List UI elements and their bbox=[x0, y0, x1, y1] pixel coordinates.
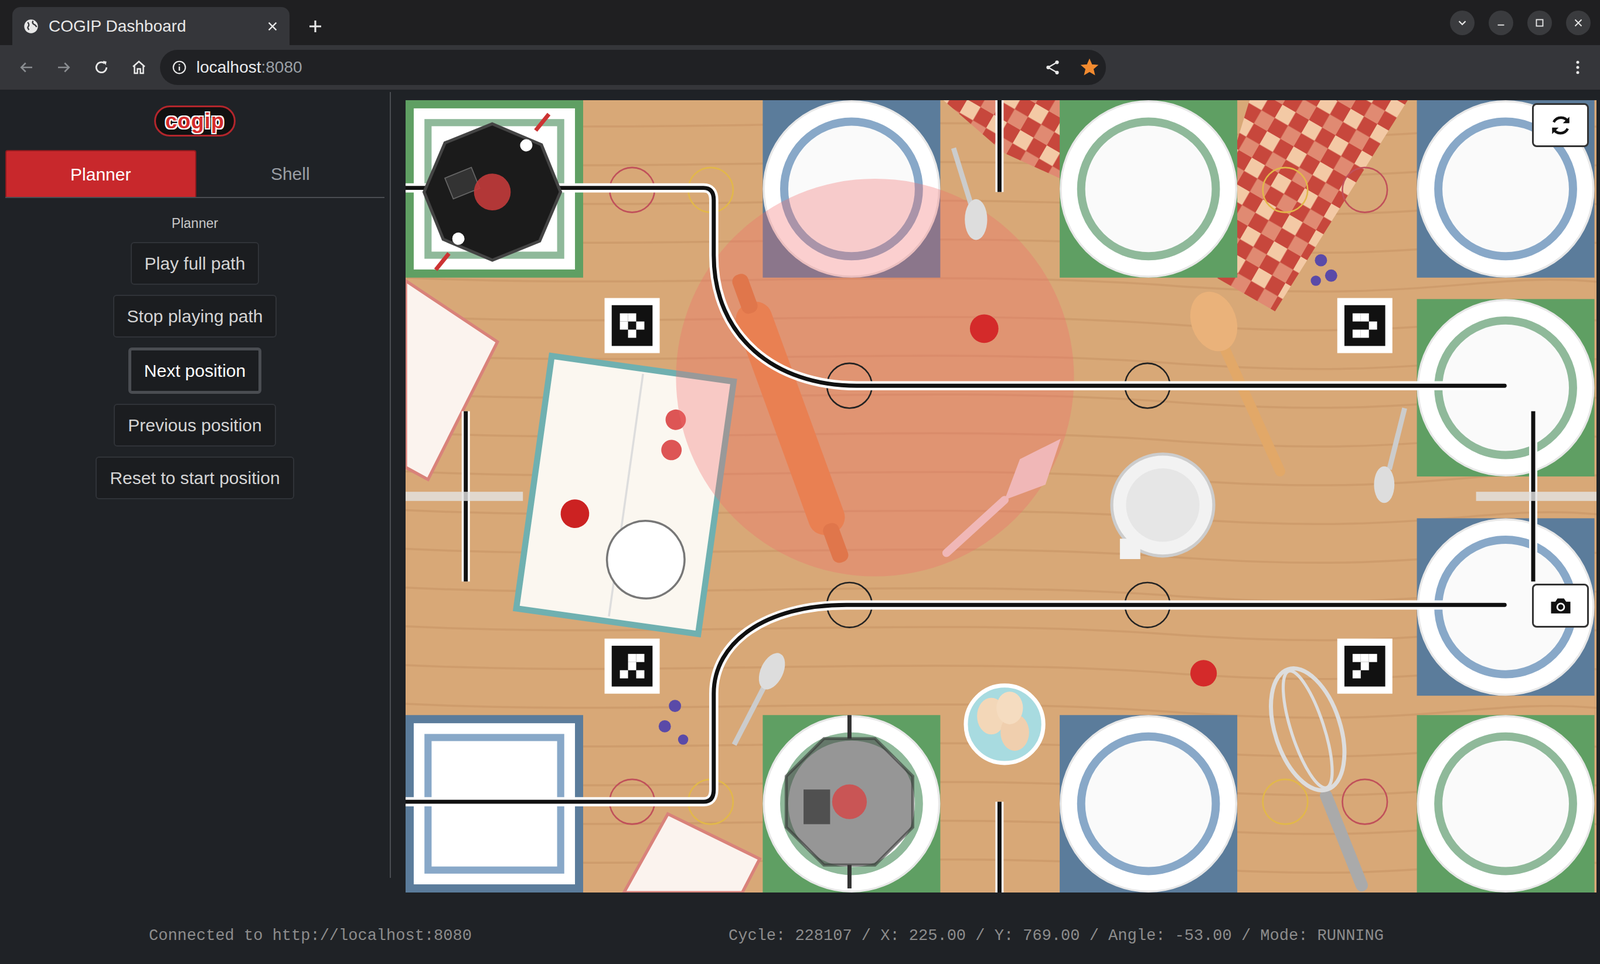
placemat bbox=[762, 715, 941, 893]
pitcher bbox=[1111, 454, 1214, 560]
home-button[interactable] bbox=[122, 50, 156, 84]
target-circles bbox=[609, 167, 1388, 825]
bookmark-star-icon[interactable] bbox=[1080, 58, 1099, 77]
trajectory-lines bbox=[405, 188, 1505, 802]
aruco-marker bbox=[1337, 298, 1393, 354]
camera-button[interactable] bbox=[1532, 583, 1589, 628]
reload-button[interactable] bbox=[84, 50, 118, 84]
planner-button[interactable]: Stop playing path bbox=[113, 294, 278, 338]
placemat bbox=[1417, 100, 1595, 278]
globe-icon bbox=[22, 18, 40, 35]
sidebar-tabs: PlannerShell bbox=[5, 150, 385, 199]
planner-button[interactable]: Play full path bbox=[130, 242, 260, 285]
arrow-left-icon bbox=[17, 58, 36, 77]
window-controls bbox=[1449, 10, 1600, 36]
robot-telemetry: Cycle: 228107 / X: 225.00 / Y: 769.00 / … bbox=[728, 924, 1384, 964]
robot bbox=[405, 102, 592, 281]
back-button[interactable] bbox=[9, 50, 43, 84]
plus-icon bbox=[306, 17, 325, 36]
logo-area: cogip bbox=[0, 92, 390, 151]
strawberry bbox=[969, 314, 1217, 687]
kebab-menu-icon bbox=[1568, 58, 1587, 77]
egg-bowl bbox=[965, 685, 1044, 764]
address-bar[interactable]: localhost:8080 bbox=[160, 49, 1106, 85]
browser-window: COGIP Dashboard localhost:8080 c bbox=[0, 0, 1600, 964]
tab-strip: COGIP Dashboard bbox=[0, 0, 1600, 46]
robot-target-ghost bbox=[785, 715, 913, 889]
sidebar-tab[interactable]: Planner bbox=[5, 150, 197, 197]
maximize-button[interactable] bbox=[1527, 10, 1552, 36]
app-main: cogip PlannerShell Planner Play full pat… bbox=[0, 89, 1600, 917]
minimize-button[interactable] bbox=[1488, 10, 1514, 36]
tab-search-button[interactable] bbox=[1449, 10, 1475, 36]
arrow-right-icon bbox=[55, 58, 73, 77]
placemat bbox=[1417, 715, 1595, 893]
robot-zone-highlight bbox=[675, 178, 1074, 577]
browser-toolbar: localhost:8080 bbox=[0, 45, 1600, 90]
browser-tab[interactable]: COGIP Dashboard bbox=[12, 7, 290, 46]
aruco-marker bbox=[1337, 638, 1393, 694]
borders bbox=[405, 100, 1597, 893]
wood-table bbox=[405, 100, 1597, 893]
planner-button[interactable]: Next position bbox=[128, 347, 262, 394]
browser-menu-button[interactable] bbox=[1561, 50, 1595, 84]
share-icon[interactable] bbox=[1043, 58, 1062, 77]
rotate-view-button[interactable] bbox=[1532, 103, 1589, 148]
aruco-marker bbox=[604, 638, 660, 694]
reload-icon bbox=[92, 58, 111, 77]
maximize-icon bbox=[1533, 16, 1547, 30]
aruco-marker bbox=[604, 298, 660, 354]
game-board[interactable] bbox=[405, 100, 1597, 893]
sidebar: cogip PlannerShell Planner Play full pat… bbox=[0, 92, 391, 878]
camera-icon bbox=[1547, 593, 1574, 619]
cogip-logo: cogip bbox=[154, 105, 236, 138]
tab-title: COGIP Dashboard bbox=[48, 14, 257, 39]
placemat bbox=[1059, 715, 1238, 893]
sidebar-tab[interactable]: Shell bbox=[196, 150, 386, 197]
pie-server bbox=[946, 438, 1061, 554]
rotate-icon bbox=[1547, 112, 1574, 139]
info-icon[interactable] bbox=[171, 59, 187, 76]
spoon bbox=[734, 648, 791, 745]
planner-buttons: Play full path Stop playing path Next posi… bbox=[0, 242, 390, 500]
planner-button[interactable]: Previous position bbox=[113, 403, 276, 447]
close-window-button[interactable] bbox=[1566, 10, 1591, 36]
spoon bbox=[1373, 407, 1405, 503]
wooden-spoon bbox=[1182, 284, 1280, 472]
napkin bbox=[405, 280, 498, 480]
placemat bbox=[405, 100, 584, 278]
forward-button[interactable] bbox=[47, 50, 81, 84]
url-port: :8080 bbox=[261, 58, 303, 77]
spoon bbox=[953, 148, 987, 241]
blueberries bbox=[658, 254, 1338, 745]
chevron-down-icon bbox=[1455, 16, 1469, 30]
close-icon bbox=[1571, 16, 1585, 30]
connection-status: Connected to http://localhost:8080 bbox=[148, 924, 729, 964]
url-text: localhost:8080 bbox=[196, 55, 1035, 80]
aruco-markers bbox=[604, 298, 1393, 694]
minimize-icon bbox=[1494, 16, 1508, 30]
napkin bbox=[624, 814, 761, 893]
placemat bbox=[1059, 100, 1238, 278]
panel-title: Planner bbox=[0, 213, 390, 234]
planner-button[interactable]: Reset to start position bbox=[95, 456, 294, 500]
close-tab-icon[interactable] bbox=[266, 19, 279, 33]
home-icon bbox=[130, 58, 148, 77]
url-host: localhost bbox=[196, 58, 262, 77]
board-area bbox=[390, 89, 1600, 917]
table-map[interactable] bbox=[405, 100, 1597, 893]
status-bar: Connected to http://localhost:8080 Cycle… bbox=[0, 916, 1600, 964]
placemats bbox=[405, 100, 1595, 893]
new-tab-button[interactable] bbox=[298, 9, 332, 43]
